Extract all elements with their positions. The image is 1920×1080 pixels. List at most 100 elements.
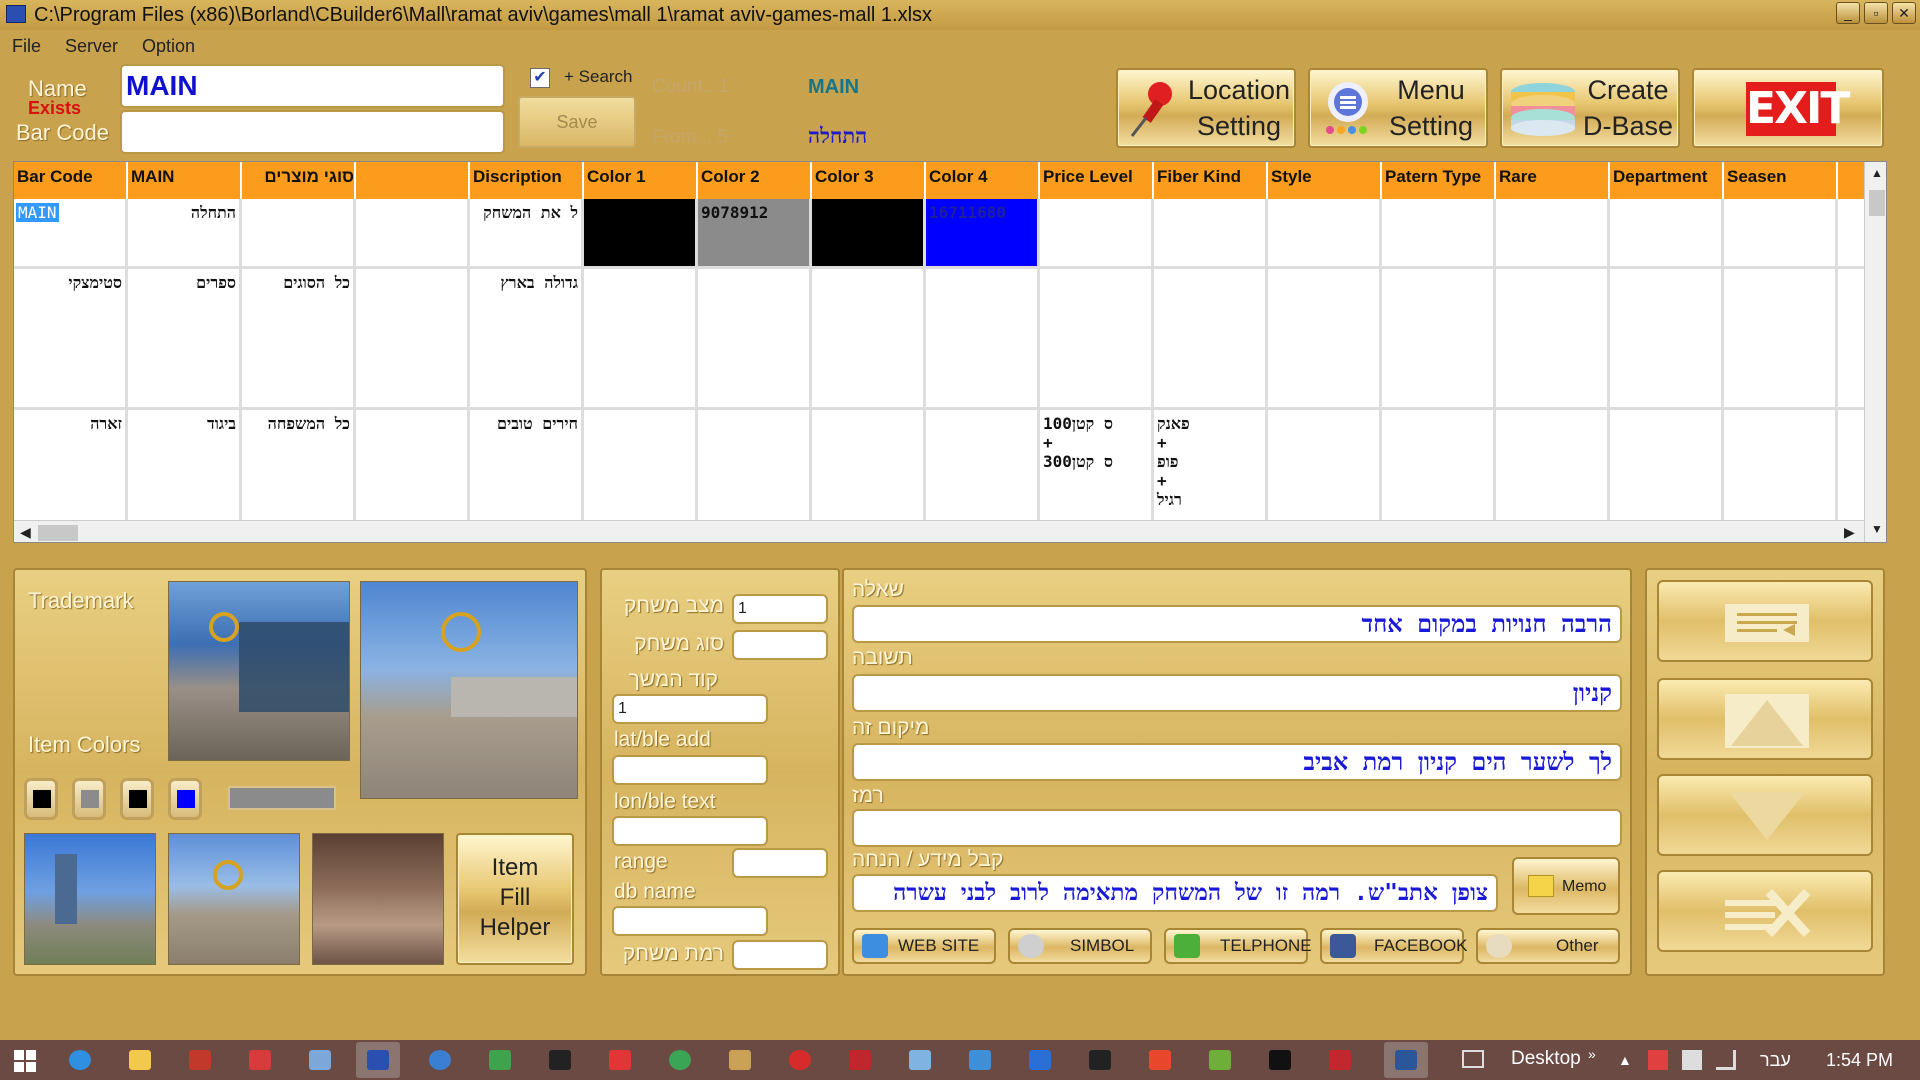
grid-cell-r0-c14[interactable] [1610,199,1724,269]
taskbar-app-14[interactable] [1138,1042,1182,1078]
desktop-label[interactable]: Desktop [1511,1048,1581,1070]
keyboard-icon[interactable] [1462,1050,1484,1068]
battery-icon[interactable] [1682,1050,1702,1070]
item-fill-helper-button[interactable]: Item Fill Helper [456,833,574,965]
answer-field[interactable]: קניון [852,674,1622,712]
flag-icon[interactable] [1648,1050,1668,1070]
taskbar-app-2[interactable] [238,1042,282,1078]
menu-option[interactable]: Option [130,31,207,61]
taskbar-search[interactable] [418,1042,462,1078]
grid-cell-r0-c15[interactable] [1724,199,1838,269]
grid-cell-r1-c11[interactable] [1268,269,1382,410]
grid-cell-r1-c1[interactable]: ספרים [128,269,242,410]
grid-header-2[interactable]: סוגי מוצרים [242,162,356,199]
color-swatch-1[interactable] [24,778,58,820]
grid-cell-r1-c13[interactable] [1496,269,1610,410]
menu-file[interactable]: File [0,31,53,61]
grid-cell-r1-c8[interactable] [926,269,1040,410]
website-button[interactable]: WEB SITE [852,928,996,964]
taskbar-app-4[interactable] [478,1042,522,1078]
grid-header-6[interactable]: Color 2 [698,162,812,199]
lat-input[interactable] [612,755,768,785]
continue-code-input[interactable]: 1 [612,694,768,724]
horizontal-scroll-thumb[interactable] [38,525,78,541]
grid-cell-r1-c0[interactable]: סטימצקי [14,269,128,410]
other-button[interactable]: Other [1476,928,1620,964]
taskbar-app-7[interactable] [658,1042,702,1078]
taskbar-app-11[interactable] [958,1042,1002,1078]
data-grid[interactable]: Bar Code MAIN סוגי מוצרים Discription Color … [13,161,1887,543]
game-level-input[interactable] [732,940,828,970]
desktop-chevron-icon[interactable]: » [1588,1046,1596,1062]
taskbar-app-5[interactable] [538,1042,582,1078]
delete-record-button[interactable] [1657,870,1873,952]
taskbar-app-10[interactable] [898,1042,942,1078]
grid-cell-r1-c3[interactable] [356,269,470,410]
grid-header-4[interactable]: Discription [470,162,584,199]
gallery-photo-3[interactable] [312,833,444,965]
taskbar-app-6[interactable] [598,1042,642,1078]
grid-cell-r1-c15[interactable] [1724,269,1838,410]
question-field[interactable]: הרבה חנויות במקום אחד [852,605,1622,643]
color-swatch-3[interactable] [120,778,154,820]
prev-record-button[interactable] [1657,678,1873,760]
exit-button[interactable]: EXIT [1692,68,1884,148]
scroll-left-icon[interactable]: ◀ [20,524,31,541]
grid-cell-r1-c5[interactable] [584,269,698,410]
telephone-button[interactable]: TELPHONE [1164,928,1312,964]
horizontal-scrollbar[interactable]: ◀ ▶ [14,520,1864,542]
grid-header-1[interactable]: MAIN [128,162,242,199]
grid-cell-r0-c4[interactable]: ל את המשחק [470,199,584,269]
clock[interactable]: 1:54 PM [1826,1050,1893,1071]
vertical-scroll-thumb[interactable] [1869,190,1885,216]
tray-up-arrow-icon[interactable]: ▲ [1618,1052,1632,1068]
location-setting-button[interactable]: Location Setting [1116,68,1296,148]
grid-cell-r0-c5[interactable] [584,199,698,269]
grid-cell-r1-c7[interactable] [812,269,926,410]
taskbar-ie[interactable] [58,1042,102,1078]
taskbar-cmd[interactable] [1258,1042,1302,1078]
language-indicator[interactable]: עבר [1760,1050,1791,1071]
grid-header-7[interactable]: Color 3 [812,162,926,199]
color-swatch-4[interactable] [168,778,202,820]
menu-setting-button[interactable]: Menu Setting [1308,68,1488,148]
grid-cell-r1-c2[interactable]: כל הסוגים [242,269,356,410]
grid-cell-r0-c8[interactable]: 16711680 [926,199,1040,269]
next-record-button[interactable] [1657,774,1873,856]
grid-cell-r1-c6[interactable] [698,269,812,410]
grid-header-10[interactable]: Fiber Kind [1154,162,1268,199]
grid-cell-r1-c10[interactable] [1154,269,1268,410]
grid-cell-r0-c11[interactable] [1268,199,1382,269]
game-state-input[interactable]: 1 [732,594,828,624]
grid-cell-r0-c2[interactable] [242,199,356,269]
create-dbase-button[interactable]: Create D-Base [1500,68,1680,148]
grid-cell-r1-c4[interactable]: גדולה בארץ [470,269,584,410]
grid-cell-r0-c12[interactable] [1382,199,1496,269]
grid-cell-r1-c14[interactable] [1610,269,1724,410]
taskbar-app-8[interactable] [718,1042,762,1078]
taskbar-app-9[interactable] [778,1042,822,1078]
facebook-button[interactable]: FACEBOOK [1320,928,1468,964]
grid-header-15[interactable]: Seasen [1724,162,1838,199]
grid-cell-r0-c13[interactable] [1496,199,1610,269]
grid-header-9[interactable]: Price Level [1040,162,1154,199]
taskbar-explorer[interactable] [118,1042,162,1078]
barcode-input[interactable] [120,110,505,154]
windows-start-icon[interactable] [14,1050,36,1072]
grid-header-12[interactable]: Patern Type [1382,162,1496,199]
game-type-input[interactable] [732,630,828,660]
grid-cell-r0-c1[interactable]: התחלה [128,199,242,269]
taskbar-acrobat[interactable] [1318,1042,1362,1078]
grid-header-11[interactable]: Style [1268,162,1382,199]
signal-icon[interactable] [1716,1050,1736,1070]
grid-cell-r0-c9[interactable] [1040,199,1154,269]
grid-cell-r1-c9[interactable] [1040,269,1154,410]
menu-server[interactable]: Server [53,31,130,61]
maximize-button[interactable]: ▫ [1864,2,1888,24]
grid-header-8[interactable]: Color 4 [926,162,1040,199]
scroll-right-icon[interactable]: ▶ [1844,524,1855,541]
location-field[interactable]: לך לשער הים קניון רמת אביב [852,743,1622,781]
taskbar-app-1[interactable] [178,1042,222,1078]
grid-cell-r0-c3[interactable] [356,199,470,269]
range-input[interactable] [732,848,828,878]
